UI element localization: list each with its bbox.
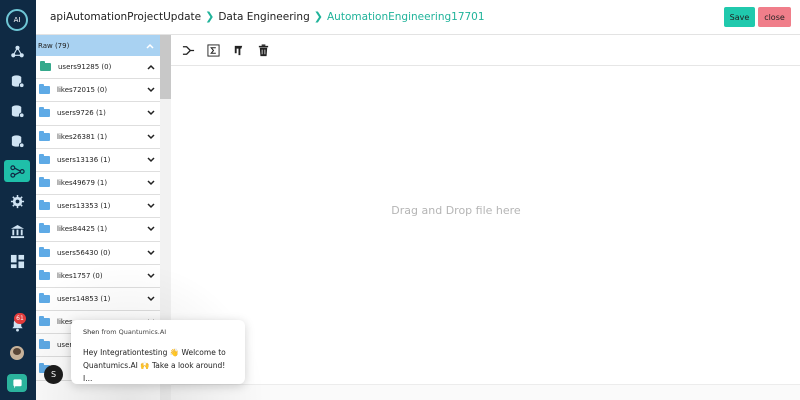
tree-folder-row[interactable]: users91285 (0) [36,56,160,80]
tree-folder-label: users13353 (1) [57,202,111,211]
rail-engineering-button[interactable] [4,160,30,182]
chevron-down-icon[interactable] [146,155,155,164]
gear-icon [10,194,24,208]
tree-folder-row[interactable]: users9726 (1) [36,102,160,126]
aggregate-tool-button[interactable] [205,42,221,58]
tree-folder-row[interactable]: likes26381 (1) [36,126,160,149]
tree-root-label: Raw (79) [38,41,70,50]
chevron-down-icon[interactable] [146,109,155,118]
chevron-up-icon[interactable] [146,63,155,72]
pipeline-icon [9,164,25,178]
chat-launcher-button[interactable] [7,374,27,392]
chat-message-text: Hey Integrationtesting 👋 Welcome to Quan… [83,348,226,383]
canvas-toolbar [171,35,800,66]
folder-icon [39,246,50,257]
chat-from-text: from Quantumics.AI [101,328,167,336]
database-gear-icon [11,104,25,118]
chevron-right-icon: ❯ [205,10,215,23]
folder-icon [39,153,50,164]
trash-icon [258,43,268,56]
tree-folder-row[interactable]: likes72015 (0) [36,79,160,103]
sigma-icon [206,43,220,57]
bank-icon [10,224,24,238]
tree-root-raw[interactable]: Raw (79) [36,35,160,56]
tree-folder-label: likes49679 (1) [57,179,108,188]
tree-folder-row[interactable]: likes84425 (1) [36,218,160,242]
network-icon [10,45,24,57]
close-button[interactable]: close [758,7,791,27]
logo[interactable]: AI [6,9,28,31]
tree-folder-label: users56430 (0) [57,248,111,257]
tree-folder-label: likes72015 (0) [57,86,108,95]
python-tool-button[interactable] [230,42,246,58]
chat-icon [12,378,22,388]
breadcrumb-project[interactable]: apiAutomationProjectUpdate [50,11,201,23]
dropzone-text: Drag and Drop file here [391,204,521,217]
folder-icon [40,61,51,72]
chevron-down-icon[interactable] [146,179,155,188]
folder-icon [39,107,50,118]
save-button[interactable]: Save [724,7,755,27]
database-icon [11,74,25,88]
rail-dashboard-button[interactable] [4,250,30,272]
rail-settings-button[interactable] [4,190,30,212]
folder-icon [39,177,50,188]
chevron-down-icon[interactable] [146,248,155,257]
tree-folder-row[interactable]: users13353 (1) [36,195,160,219]
chat-message-popup[interactable]: Shen from Quantumics.AI Hey Integrationt… [71,320,245,384]
delete-tool-button[interactable] [255,42,271,58]
tree-scrollbar-thumb[interactable] [160,35,171,99]
rail-database-settings-button[interactable] [4,100,30,122]
rail-governance-button[interactable] [4,220,30,242]
breadcrumb-section[interactable]: Data Engineering [218,11,309,23]
app-root: AI 61 apiAutomationProjectUpdate ❯ Data … [0,0,800,400]
chevron-down-icon[interactable] [146,202,155,211]
notification-count-badge: 61 [14,313,26,324]
top-header: apiAutomationProjectUpdate ❯ Data Engine… [36,0,800,35]
chevron-down-icon[interactable] [146,132,155,141]
chevron-down-icon[interactable] [146,225,155,234]
chevron-up-icon[interactable] [145,41,154,50]
database-check-icon [11,134,25,148]
tree-folder-label: users9726 (1) [57,109,106,118]
dashboard-icon [10,254,24,268]
folder-icon [39,200,50,211]
chat-sender: Shen [83,328,100,336]
tree-folder-label: likes26381 (1) [57,132,108,141]
rail-database-button[interactable] [4,70,30,92]
tree-folder-label: users13136 (1) [57,155,111,164]
logo-text: AI [13,16,21,24]
join-tool-button[interactable] [180,42,196,58]
tree-folder-row[interactable]: users13136 (1) [36,149,160,172]
folder-icon [39,130,50,141]
folder-icon [39,223,50,234]
chat-from-line: Shen from Quantumics.AI [83,328,233,336]
user-avatar[interactable] [10,346,24,360]
breadcrumb-current: AutomationEngineering17701 [326,10,485,23]
rail-database-check-button[interactable] [4,130,30,152]
scissors-icon [182,45,194,55]
tree-folder-row[interactable]: likes49679 (1) [36,172,160,196]
folder-icon [39,84,50,95]
chevron-right-icon: ❯ [313,10,323,23]
python-icon [234,45,242,55]
rail-network-button[interactable] [4,40,30,62]
breadcrumb: apiAutomationProjectUpdate ❯ Data Engine… [50,10,485,23]
tree-folder-label: likes84425 (1) [57,225,108,234]
left-rail: AI 61 [0,0,36,400]
chat-sender-avatar[interactable]: S [44,365,63,384]
tree-folder-label: users91285 (0) [58,63,112,72]
chevron-down-icon[interactable] [146,86,155,95]
